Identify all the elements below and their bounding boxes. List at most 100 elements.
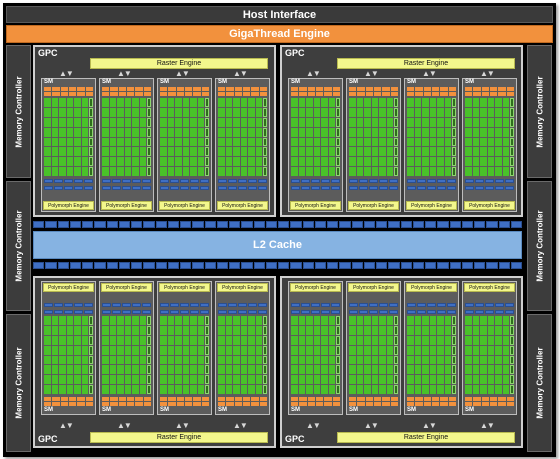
register-file (349, 310, 398, 314)
cuda-core (109, 345, 116, 355)
scheduler-segment (498, 397, 506, 401)
cuda-core (429, 345, 436, 355)
register-segment (301, 310, 310, 314)
cuda-core (371, 375, 378, 385)
scheduler-segment (373, 397, 382, 401)
memory-segment (349, 303, 358, 307)
cuda-core (66, 316, 73, 325)
cache-segment (373, 402, 382, 406)
cuda-core (291, 385, 298, 394)
cuda-core (465, 98, 472, 107)
cuda-core-grid (349, 316, 393, 394)
bidirectional-arrow-icon: ▲▼ (117, 421, 132, 430)
register-segment (291, 179, 300, 183)
cuda-core (429, 107, 436, 117)
cuda-core (233, 325, 240, 335)
cuda-core (495, 355, 502, 365)
cuda-core (356, 316, 363, 325)
cuda-core (233, 107, 240, 117)
cuda-core (124, 335, 131, 345)
cuda-core (44, 167, 51, 176)
cuda-core (59, 137, 66, 147)
cache-segment (332, 87, 340, 91)
cuda-core (59, 127, 66, 137)
cache-segment (52, 87, 60, 91)
cuda-core (197, 127, 204, 137)
cuda-core (51, 375, 58, 385)
memory-segment (495, 303, 504, 307)
bidirectional-arrow-icon: ▲▼ (364, 421, 379, 430)
sfu-unit (510, 117, 514, 127)
register-segment (505, 310, 514, 314)
cuda-core (74, 107, 81, 117)
cuda-core (66, 385, 73, 394)
cuda-core (117, 375, 124, 385)
cuda-core (472, 375, 479, 385)
cuda-core (44, 345, 51, 355)
bidirectional-arrow-icon: ▲▼ (422, 421, 437, 430)
register-segment (180, 310, 189, 314)
sm-label: SM (465, 407, 474, 413)
cuda-core (66, 365, 73, 375)
special-function-units (452, 98, 456, 176)
cuda-core (328, 147, 335, 157)
sfu-unit (336, 157, 340, 167)
cuda-core (175, 345, 182, 355)
cuda-core (109, 316, 116, 325)
cuda-core (109, 157, 116, 167)
cuda-core (444, 375, 451, 385)
cuda-core (480, 316, 487, 325)
sfu-unit (205, 325, 209, 335)
cuda-core (51, 167, 58, 176)
cuda-core (109, 127, 116, 137)
cuda-core (321, 117, 328, 127)
register-file (465, 179, 514, 183)
cuda-core (81, 355, 88, 365)
cuda-core (175, 325, 182, 335)
scheduler-segment (184, 92, 193, 96)
cuda-core (81, 167, 88, 176)
cuda-core (386, 98, 393, 107)
cuda-core (321, 375, 328, 385)
scheduler-segment (431, 397, 440, 401)
cuda-core (414, 98, 421, 107)
sfu-unit (89, 375, 93, 385)
cuda-core (429, 147, 436, 157)
sm-label: SM (218, 79, 227, 85)
cuda-core (364, 355, 371, 365)
cuda-core (66, 335, 73, 345)
cuda-core (66, 98, 73, 107)
cuda-core (44, 355, 51, 365)
register-segment (331, 310, 340, 314)
instruction-cache (407, 402, 456, 406)
sfu-unit (336, 345, 340, 355)
cuda-core (124, 325, 131, 335)
streaming-multiprocessor: SM Polymorph Engine (404, 78, 459, 212)
cuda-core (44, 137, 51, 147)
cuda-core (444, 167, 451, 176)
cuda-core (139, 316, 146, 325)
shared-memory (218, 303, 267, 307)
cuda-core (349, 167, 356, 176)
sfu-unit (205, 345, 209, 355)
cuda-core (59, 335, 66, 345)
cuda-core (117, 157, 124, 167)
memory-segment (112, 186, 121, 190)
cuda-core (321, 147, 328, 157)
cuda-core (422, 98, 429, 107)
sfu-unit (452, 345, 456, 355)
memory-controller-label: Memory Controller (535, 75, 544, 148)
cuda-core (379, 127, 386, 137)
sfu-unit (394, 365, 398, 375)
cuda-core (218, 325, 225, 335)
cache-segment (85, 402, 93, 406)
scheduler-segment (423, 92, 431, 96)
cuda-core (487, 365, 494, 375)
cuda-core-grid (44, 316, 88, 394)
cache-segment (201, 87, 209, 91)
cuda-core (109, 147, 116, 157)
register-segment (321, 310, 330, 314)
cuda-core (321, 316, 328, 325)
polymorph-engine: Polymorph Engine (406, 201, 457, 210)
scheduler-segment (357, 92, 365, 96)
